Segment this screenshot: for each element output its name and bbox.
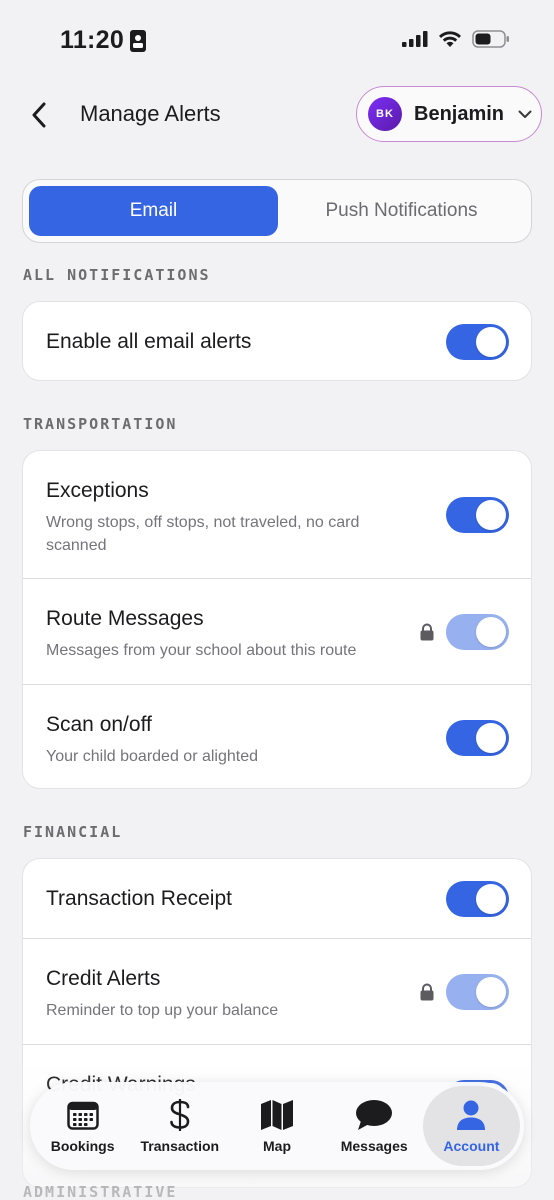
nav-map[interactable]: Map — [228, 1086, 325, 1166]
nav-label: Messages — [340, 1138, 408, 1154]
credit-alerts-toggle[interactable] — [446, 974, 509, 1010]
status-icons — [402, 30, 510, 48]
battery-icon — [472, 30, 509, 48]
section-title-financial: FINANCIAL — [23, 823, 123, 841]
nav-account[interactable]: Account — [422, 1086, 521, 1166]
row-subtitle: Messages from your school about this rou… — [46, 642, 357, 659]
nav-label: Map — [263, 1138, 291, 1154]
cellular-signal-icon — [402, 31, 428, 47]
row-title: Scan on/off — [46, 713, 152, 736]
setting-row-scan-on-off: Scan on/off Your child boarded or alight… — [23, 685, 531, 788]
setting-row-exceptions: Exceptions Wrong stops, off stops, not t… — [23, 451, 531, 579]
status-time: 11:20 — [60, 26, 147, 55]
map-icon — [260, 1098, 294, 1132]
exceptions-toggle[interactable] — [446, 497, 509, 533]
section-title-all-notifications: ALL NOTIFICATIONS — [23, 266, 211, 284]
person-icon — [456, 1098, 486, 1132]
card-all-notifications: Enable all email alerts — [22, 301, 532, 381]
setting-row-route-messages: Route Messages Messages from your school… — [23, 579, 531, 685]
transaction-receipt-toggle[interactable] — [446, 881, 509, 917]
calendar-icon — [66, 1098, 99, 1132]
profile-switcher[interactable]: BK Benjamin — [356, 86, 542, 142]
setting-row-transaction-receipt: Transaction Receipt — [23, 859, 531, 939]
row-title: Credit Alerts — [46, 967, 161, 990]
page-title: Manage Alerts — [80, 101, 221, 126]
wifi-icon — [439, 31, 461, 47]
setting-row-enable-all: Enable all email alerts — [23, 302, 531, 380]
status-time-text: 11:20 — [60, 26, 125, 54]
avatar: BK — [368, 97, 402, 131]
row-title: Exceptions — [46, 479, 149, 502]
lock-icon — [420, 623, 434, 641]
nav-label: Transaction — [140, 1138, 220, 1154]
row-subtitle: Reminder to top up your balance — [46, 1002, 279, 1019]
chevron-left-icon — [32, 102, 46, 128]
row-title: Route Messages — [46, 607, 204, 630]
alert-channel-tabs: Email Push Notifications — [22, 179, 532, 243]
dollar-icon — [169, 1098, 191, 1132]
back-button[interactable] — [24, 98, 54, 132]
nav-label: Account — [443, 1138, 500, 1154]
scan-on-off-toggle[interactable] — [446, 720, 509, 756]
row-title: Transaction Receipt — [46, 887, 232, 910]
chat-bubble-icon — [355, 1098, 393, 1132]
route-messages-toggle[interactable] — [446, 614, 509, 650]
tab-email[interactable]: Email — [29, 186, 278, 236]
setting-row-credit-alerts: Credit Alerts Reminder to top up your ba… — [23, 939, 531, 1045]
status-bar: 11:20 — [0, 0, 554, 80]
chevron-down-icon — [518, 110, 532, 119]
row-subtitle: Your child boarded or alighted — [46, 748, 259, 765]
header: Manage Alerts BK Benjamin — [0, 86, 554, 144]
card-transportation: Exceptions Wrong stops, off stops, not t… — [22, 450, 532, 789]
id-card-icon — [130, 29, 147, 52]
profile-name: Benjamin — [414, 102, 505, 125]
nav-messages[interactable]: Messages — [326, 1086, 423, 1166]
lock-icon — [420, 983, 434, 1001]
section-title-administrative: ADMINISTRATIVE — [23, 1183, 178, 1200]
row-title: Enable all email alerts — [46, 330, 252, 353]
nav-bookings[interactable]: Bookings — [34, 1086, 131, 1166]
nav-label: Bookings — [50, 1138, 115, 1154]
tab-push-notifications[interactable]: Push Notifications — [278, 186, 525, 236]
enable-all-toggle[interactable] — [446, 324, 509, 360]
nav-transaction[interactable]: Transaction — [131, 1086, 228, 1166]
row-subtitle: Wrong stops, off stops, not traveled, no… — [46, 514, 360, 554]
bottom-tab-bar: Bookings Transaction Map Messages Accoun… — [30, 1082, 524, 1170]
section-title-transportation: TRANSPORTATION — [23, 415, 178, 433]
